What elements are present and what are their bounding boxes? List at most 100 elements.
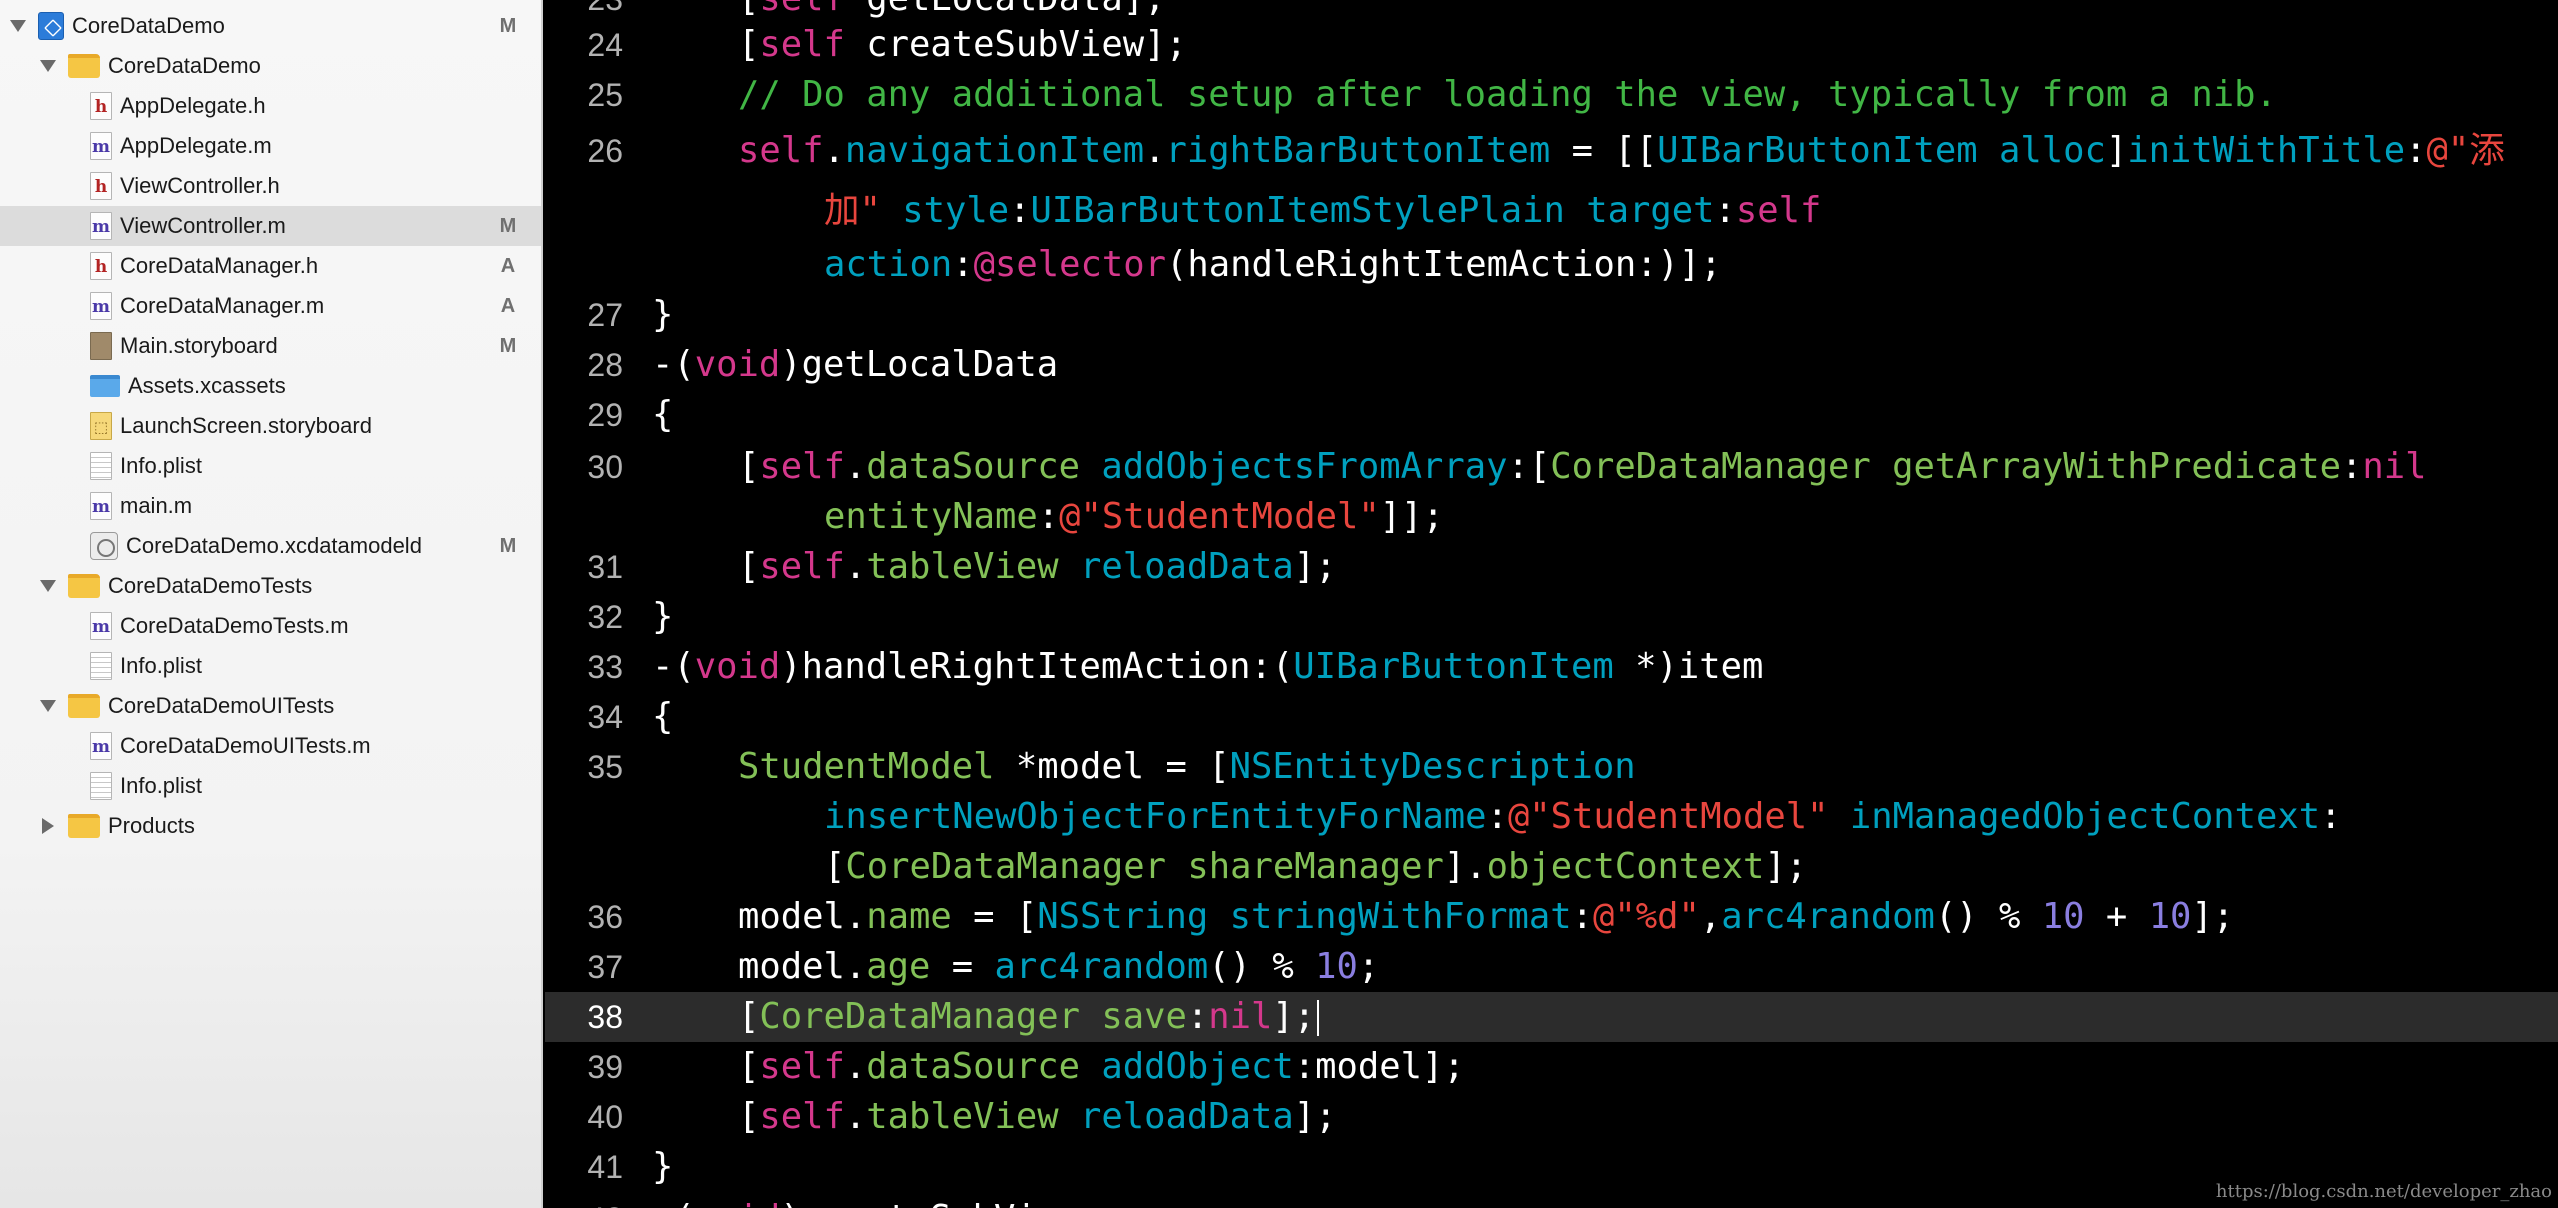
code-line[interactable]: 28 -(void)getLocalData bbox=[545, 340, 2558, 390]
navigator-group-row[interactable]: Products bbox=[0, 806, 541, 846]
source-editor[interactable]: 23[self getLocalData];24[self createSubV… bbox=[545, 0, 2558, 1208]
keyword-token: self bbox=[759, 546, 845, 587]
navigator-item-label: AppDelegate.h bbox=[120, 93, 266, 118]
disclosure-triangle-open-icon[interactable] bbox=[38, 696, 58, 716]
code-text[interactable]: action:@selector(handleRightItemAction:)… bbox=[824, 240, 1722, 290]
code-line[interactable]: 40 [self.tableView reloadData]; bbox=[545, 1092, 2558, 1142]
navigator-group-row[interactable]: CoreDataDemoUITests bbox=[0, 686, 541, 726]
code-line[interactable]: 35 StudentModel *model = [NSEntityDescrip… bbox=[545, 742, 2558, 792]
line-number: 31 bbox=[587, 549, 623, 585]
line-number: 39 bbox=[587, 1049, 623, 1085]
code-line[interactable]: 32} bbox=[545, 592, 2558, 642]
navigator-file-row[interactable]: Assets.xcassets bbox=[0, 366, 541, 406]
project-symbol-token: CoreDataManager bbox=[759, 996, 1080, 1037]
code-token: } bbox=[652, 294, 674, 335]
code-text[interactable]: { bbox=[652, 692, 673, 742]
code-text[interactable]: StudentModel *model = [NSEntityDescripti… bbox=[738, 742, 1636, 792]
code-text[interactable]: model.name = [NSString stringWithFormat:… bbox=[738, 892, 2234, 942]
navigator-item-label: Info.plist bbox=[120, 653, 202, 678]
code-text[interactable]: entityName:@"StudentModel"]]; bbox=[824, 492, 1444, 542]
code-token: :[ bbox=[1507, 446, 1551, 487]
code-line[interactable]: 31 [self.tableView reloadData]; bbox=[545, 542, 2558, 592]
code-line-wrapped[interactable]: insertNewObjectForEntityForName:@"Studen… bbox=[545, 792, 2558, 842]
disclosure-triangle-open-icon[interactable] bbox=[8, 16, 28, 36]
code-text[interactable]: insertNewObjectForEntityForName:@"Studen… bbox=[824, 792, 2341, 842]
code-text[interactable]: [CoreDataManager save:nil]; bbox=[738, 992, 1315, 1042]
navigator-file-row[interactable]: m AppDelegate.m bbox=[0, 126, 541, 166]
code-text[interactable]: -(void)getLocalData bbox=[652, 340, 1058, 390]
navigator-group-row[interactable]: CoreDataDemo bbox=[0, 46, 541, 86]
code-line[interactable]: 30 [self.dataSource addObjectsFromArray:[… bbox=[545, 442, 2558, 492]
code-text[interactable]: 加" style:UIBarButtonItemStylePlain targe… bbox=[824, 186, 1821, 236]
code-line[interactable]: 36 model.name = [NSString stringWithForma… bbox=[545, 892, 2558, 942]
code-token: : bbox=[2341, 446, 2363, 487]
line-number: 27 bbox=[587, 297, 623, 333]
project-navigator[interactable]: CoreDataDemo M CoreDataDemo h AppDelegate.h m… bbox=[0, 0, 543, 1208]
line-number: 32 bbox=[587, 599, 623, 635]
number-literal-token: 10 bbox=[1315, 946, 1358, 987]
code-text[interactable]: [self.dataSource addObjectsFromArray:[Co… bbox=[738, 442, 2427, 492]
navigator-item-label: ViewController.m bbox=[120, 213, 286, 238]
code-line[interactable]: 34 { bbox=[545, 692, 2558, 742]
code-line[interactable]: 38 [CoreDataManager save:nil]; bbox=[545, 992, 2558, 1042]
code-text[interactable]: model.age = arc4random() % 10; bbox=[738, 942, 1379, 992]
code-line-wrapped[interactable]: [CoreDataManager shareManager].objectCon… bbox=[545, 842, 2558, 892]
code-text[interactable]: -(void)handleRightItemAction:(UIBarButto… bbox=[652, 642, 1763, 692]
navigator-file-row[interactable]: m CoreDataDemoTests.m bbox=[0, 606, 541, 646]
code-line[interactable]: 33 -(void)handleRightItemAction:(UIBarBut… bbox=[545, 642, 2558, 692]
code-line[interactable]: 29 { bbox=[545, 390, 2558, 440]
watermark: https://blog.csdn.net/developer_zhao bbox=[2215, 1181, 2552, 1202]
code-line-wrapped[interactable]: action:@selector(handleRightItemAction:)… bbox=[545, 240, 2558, 290]
navigator-file-row[interactable]: Info.plist bbox=[0, 766, 541, 806]
code-text[interactable]: // Do any additional setup after loading… bbox=[738, 70, 2277, 120]
line-number: 41 bbox=[587, 1149, 623, 1185]
code-text[interactable]: { bbox=[652, 390, 673, 440]
navigator-file-row[interactable]: Main.storyboard M bbox=[0, 326, 541, 366]
disclosure-triangle-open-icon[interactable] bbox=[38, 576, 58, 596]
code-line-wrapped[interactable]: entityName:@"StudentModel"]]; bbox=[545, 492, 2558, 542]
navigator-file-row[interactable]: h ViewController.h bbox=[0, 166, 541, 206]
code-line[interactable]: 39 [self.dataSource addObject:model]; bbox=[545, 1042, 2558, 1092]
disclosure-triangle-open-icon[interactable] bbox=[38, 56, 58, 76]
code-text[interactable]: [self.dataSource addObject:model]; bbox=[738, 1042, 1465, 1092]
xcode-project-icon bbox=[38, 12, 64, 40]
code-token: : bbox=[1037, 496, 1060, 537]
navigator-file-row[interactable]: h CoreDataManager.h A bbox=[0, 246, 541, 286]
code-line[interactable]: 27} bbox=[545, 290, 2558, 340]
code-text[interactable]: } bbox=[652, 290, 673, 340]
navigator-item-label: CoreDataManager.m bbox=[120, 293, 325, 318]
code-text[interactable]: self.navigationItem.rightBarButtonItem =… bbox=[738, 126, 2505, 176]
navigator-item-label: CoreDataDemoTests bbox=[108, 573, 313, 598]
navigator-group-row[interactable]: CoreDataDemoTests bbox=[0, 566, 541, 606]
system-symbol-token: arc4random bbox=[994, 946, 1209, 987]
code-line[interactable]: 24 [self createSubView]; bbox=[545, 20, 2558, 70]
navigator-file-row[interactable]: m CoreDataDemoUITests.m bbox=[0, 726, 541, 766]
code-line[interactable]: 26 self.navigationItem.rightBarButtonItem… bbox=[545, 126, 2558, 176]
navigator-file-row[interactable]: h AppDelegate.h bbox=[0, 86, 541, 126]
navigator-item-label: CoreDataDemo.xcdatamodeld bbox=[126, 533, 422, 558]
code-token: [ bbox=[738, 446, 760, 487]
code-text[interactable]: [self createSubView]; bbox=[738, 20, 1187, 70]
code-text[interactable]: } bbox=[652, 1142, 673, 1192]
code-text[interactable]: [self.tableView reloadData]; bbox=[738, 542, 1336, 592]
project-symbol-token: save bbox=[1101, 996, 1187, 1037]
navigator-file-row[interactable]: Info.plist bbox=[0, 446, 541, 486]
code-line[interactable]: 37 model.age = arc4random() % 10; bbox=[545, 942, 2558, 992]
disclosure-triangle-closed-icon[interactable] bbox=[38, 816, 58, 836]
navigator-file-row[interactable]: m CoreDataManager.m A bbox=[0, 286, 541, 326]
code-line-wrapped[interactable]: 加" style:UIBarButtonItemStylePlain targe… bbox=[545, 186, 2558, 236]
navigator-file-row[interactable]: m ViewController.m M bbox=[0, 206, 541, 246]
code-text[interactable]: } bbox=[652, 592, 673, 642]
code-line[interactable]: 25 // Do any additional setup after loadi… bbox=[545, 70, 2558, 120]
navigator-file-row[interactable]: ⬚ LaunchScreen.storyboard bbox=[0, 406, 541, 446]
navigator-file-row[interactable]: Info.plist bbox=[0, 646, 541, 686]
navigator-project-row[interactable]: CoreDataDemo M bbox=[0, 6, 541, 46]
navigator-file-row[interactable]: CoreDataDemo.xcdatamodeld M bbox=[0, 526, 541, 566]
code-text[interactable]: [self.tableView reloadData]; bbox=[738, 1092, 1336, 1142]
code-text[interactable]: -(void)createSubView bbox=[652, 1194, 1079, 1208]
code-text[interactable]: [CoreDataManager shareManager].objectCon… bbox=[824, 842, 1807, 892]
navigator-file-row[interactable]: m main.m bbox=[0, 486, 541, 526]
code-token: ]. bbox=[1443, 846, 1487, 887]
system-symbol-token: stringWithFormat bbox=[1229, 896, 1572, 937]
